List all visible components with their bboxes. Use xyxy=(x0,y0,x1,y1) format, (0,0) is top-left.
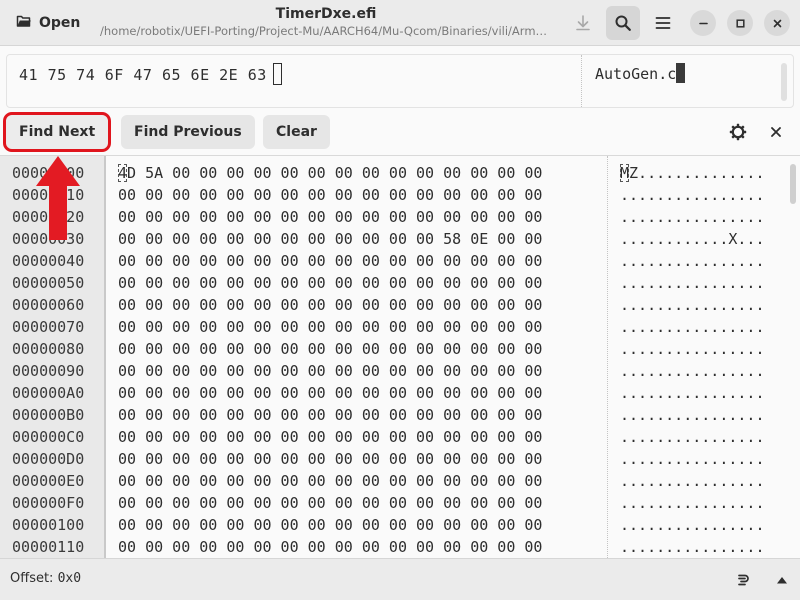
gear-icon[interactable] xyxy=(726,120,750,144)
open-button[interactable]: Open xyxy=(8,8,88,38)
row-offset: 00000090 xyxy=(12,362,85,380)
red-arrow-annotation xyxy=(36,156,80,240)
open-label: Open xyxy=(39,15,81,31)
window-title-block: TimerDxe.efi /home/robotix/UEFI-Porting/… xyxy=(100,5,552,39)
row-offset: 00000040 xyxy=(12,252,85,270)
row-offset: 00000110 xyxy=(12,538,85,556)
file-path-subtitle: /home/robotix/UEFI-Porting/Project-Mu/AA… xyxy=(100,24,552,38)
row-ascii[interactable]: ................ xyxy=(620,294,765,316)
close-search-icon[interactable] xyxy=(764,120,788,144)
row-ascii[interactable]: ................ xyxy=(620,382,765,404)
chevron-up-icon[interactable] xyxy=(772,570,792,590)
row-ascii[interactable]: ................ xyxy=(620,536,765,558)
minimize-icon[interactable] xyxy=(690,10,716,36)
hex-cursor xyxy=(272,63,282,85)
row-hex-bytes[interactable]: 4D 5A 00 00 00 00 00 00 00 00 00 00 00 0… xyxy=(118,162,542,184)
row-offset: 000000D0 xyxy=(12,450,85,468)
text-search-input[interactable]: AutoGen.c xyxy=(595,63,686,83)
search-divider xyxy=(581,55,582,107)
row-ascii[interactable]: ................ xyxy=(620,492,765,514)
row-offset: 000000E0 xyxy=(12,472,85,490)
selected-byte[interactable]: 4 xyxy=(118,164,128,182)
row-hex-bytes[interactable]: 00 00 00 00 00 00 00 00 00 00 00 00 00 0… xyxy=(118,272,542,294)
row-offset: 000000F0 xyxy=(12,494,85,512)
row-ascii[interactable]: ................ xyxy=(620,206,765,228)
row-offset: 00000060 xyxy=(12,296,85,314)
close-icon[interactable] xyxy=(764,10,790,36)
folder-open-icon xyxy=(16,13,32,33)
row-hex-bytes[interactable]: 00 00 00 00 00 00 00 00 00 00 00 00 00 0… xyxy=(118,404,542,426)
row-ascii[interactable]: ................ xyxy=(620,250,765,272)
row-hex-bytes[interactable]: 00 00 00 00 00 00 00 00 00 00 00 00 00 0… xyxy=(118,470,542,492)
row-hex-bytes[interactable]: 00 00 00 00 00 00 00 00 00 00 00 00 00 0… xyxy=(118,492,542,514)
offset-value: 0x0 xyxy=(57,571,82,586)
hex-search-input[interactable]: 41 75 74 6F 47 65 6E 2E 63 xyxy=(19,63,282,85)
search-scrollbar[interactable] xyxy=(781,63,787,101)
row-ascii[interactable]: ................ xyxy=(620,426,765,448)
offset-status: Offset: 0x0 xyxy=(10,571,81,586)
row-hex-bytes[interactable]: 00 00 00 00 00 00 00 00 00 00 00 00 00 0… xyxy=(118,338,542,360)
row-offset: 00000080 xyxy=(12,340,85,358)
row-offset: 00000050 xyxy=(12,274,85,292)
row-ascii[interactable]: ............X... xyxy=(620,228,765,250)
maximize-icon[interactable] xyxy=(727,10,753,36)
hex-view[interactable]: 0000000000000010000000200000003000000040… xyxy=(0,156,800,558)
row-ascii[interactable]: ................ xyxy=(620,184,765,206)
endianness-icon[interactable] xyxy=(733,570,753,590)
row-hex-bytes[interactable]: 00 00 00 00 00 00 00 00 00 00 00 00 00 0… xyxy=(118,206,542,228)
search-action-bar: Find Next Find Previous Clear xyxy=(0,108,800,156)
search-icon[interactable] xyxy=(606,6,640,40)
offset-label: Offset: xyxy=(10,571,54,586)
hamburger-menu-icon[interactable] xyxy=(646,6,680,40)
find-previous-button[interactable]: Find Previous xyxy=(121,115,255,149)
row-ascii[interactable]: ................ xyxy=(620,404,765,426)
row-ascii[interactable]: ................ xyxy=(620,338,765,360)
download-icon[interactable] xyxy=(566,6,600,40)
row-offset: 000000B0 xyxy=(12,406,85,424)
row-hex-bytes[interactable]: 00 00 00 00 00 00 00 00 00 00 00 00 00 0… xyxy=(118,426,542,448)
row-offset: 000000C0 xyxy=(12,428,85,446)
status-bar: Offset: 0x0 xyxy=(0,558,800,600)
row-ascii[interactable]: ................ xyxy=(620,360,765,382)
row-ascii[interactable]: ................ xyxy=(620,316,765,338)
find-next-button[interactable]: Find Next xyxy=(2,112,112,152)
text-search-value: AutoGen.c xyxy=(595,65,677,83)
row-ascii[interactable]: ................ xyxy=(620,514,765,536)
text-cursor xyxy=(676,63,686,83)
selected-char[interactable]: M xyxy=(620,164,630,182)
row-hex-bytes[interactable]: 00 00 00 00 00 00 00 00 00 00 00 00 00 0… xyxy=(118,294,542,316)
row-hex-bytes[interactable]: 00 00 00 00 00 00 00 00 00 00 00 00 00 0… xyxy=(118,382,542,404)
row-hex-bytes[interactable]: 00 00 00 00 00 00 00 00 00 00 00 00 00 0… xyxy=(118,184,542,206)
row-hex-bytes[interactable]: 00 00 00 00 00 00 00 00 00 00 00 00 00 0… xyxy=(118,360,542,382)
window-title: TimerDxe.efi xyxy=(275,6,377,22)
row-offset: 00000100 xyxy=(12,516,85,534)
clear-button[interactable]: Clear xyxy=(263,115,330,149)
row-offset: 000000A0 xyxy=(12,384,85,402)
row-hex-bytes[interactable]: 00 00 00 00 00 00 00 00 00 00 00 00 58 0… xyxy=(118,228,542,250)
row-hex-bytes[interactable]: 00 00 00 00 00 00 00 00 00 00 00 00 00 0… xyxy=(118,316,542,338)
row-ascii[interactable]: ................ xyxy=(620,470,765,492)
row-ascii[interactable]: ................ xyxy=(620,272,765,294)
hex-scrollbar[interactable] xyxy=(790,164,796,204)
row-hex-bytes[interactable]: 00 00 00 00 00 00 00 00 00 00 00 00 00 0… xyxy=(118,448,542,470)
row-offset: 00000070 xyxy=(12,318,85,336)
row-hex-bytes[interactable]: 00 00 00 00 00 00 00 00 00 00 00 00 00 0… xyxy=(118,536,542,558)
row-hex-bytes[interactable]: 00 00 00 00 00 00 00 00 00 00 00 00 00 0… xyxy=(118,514,542,536)
row-ascii[interactable]: ................ xyxy=(620,448,765,470)
hex-search-value: 41 75 74 6F 47 65 6E 2E 63 xyxy=(19,66,267,84)
ascii-divider xyxy=(607,156,608,558)
row-hex-bytes[interactable]: 00 00 00 00 00 00 00 00 00 00 00 00 00 0… xyxy=(118,250,542,272)
row-ascii[interactable]: MZ.............. xyxy=(620,162,765,184)
search-panel: 41 75 74 6F 47 65 6E 2E 63 AutoGen.c xyxy=(6,54,794,108)
header-bar: Open TimerDxe.efi /home/robotix/UEFI-Por… xyxy=(0,0,800,46)
